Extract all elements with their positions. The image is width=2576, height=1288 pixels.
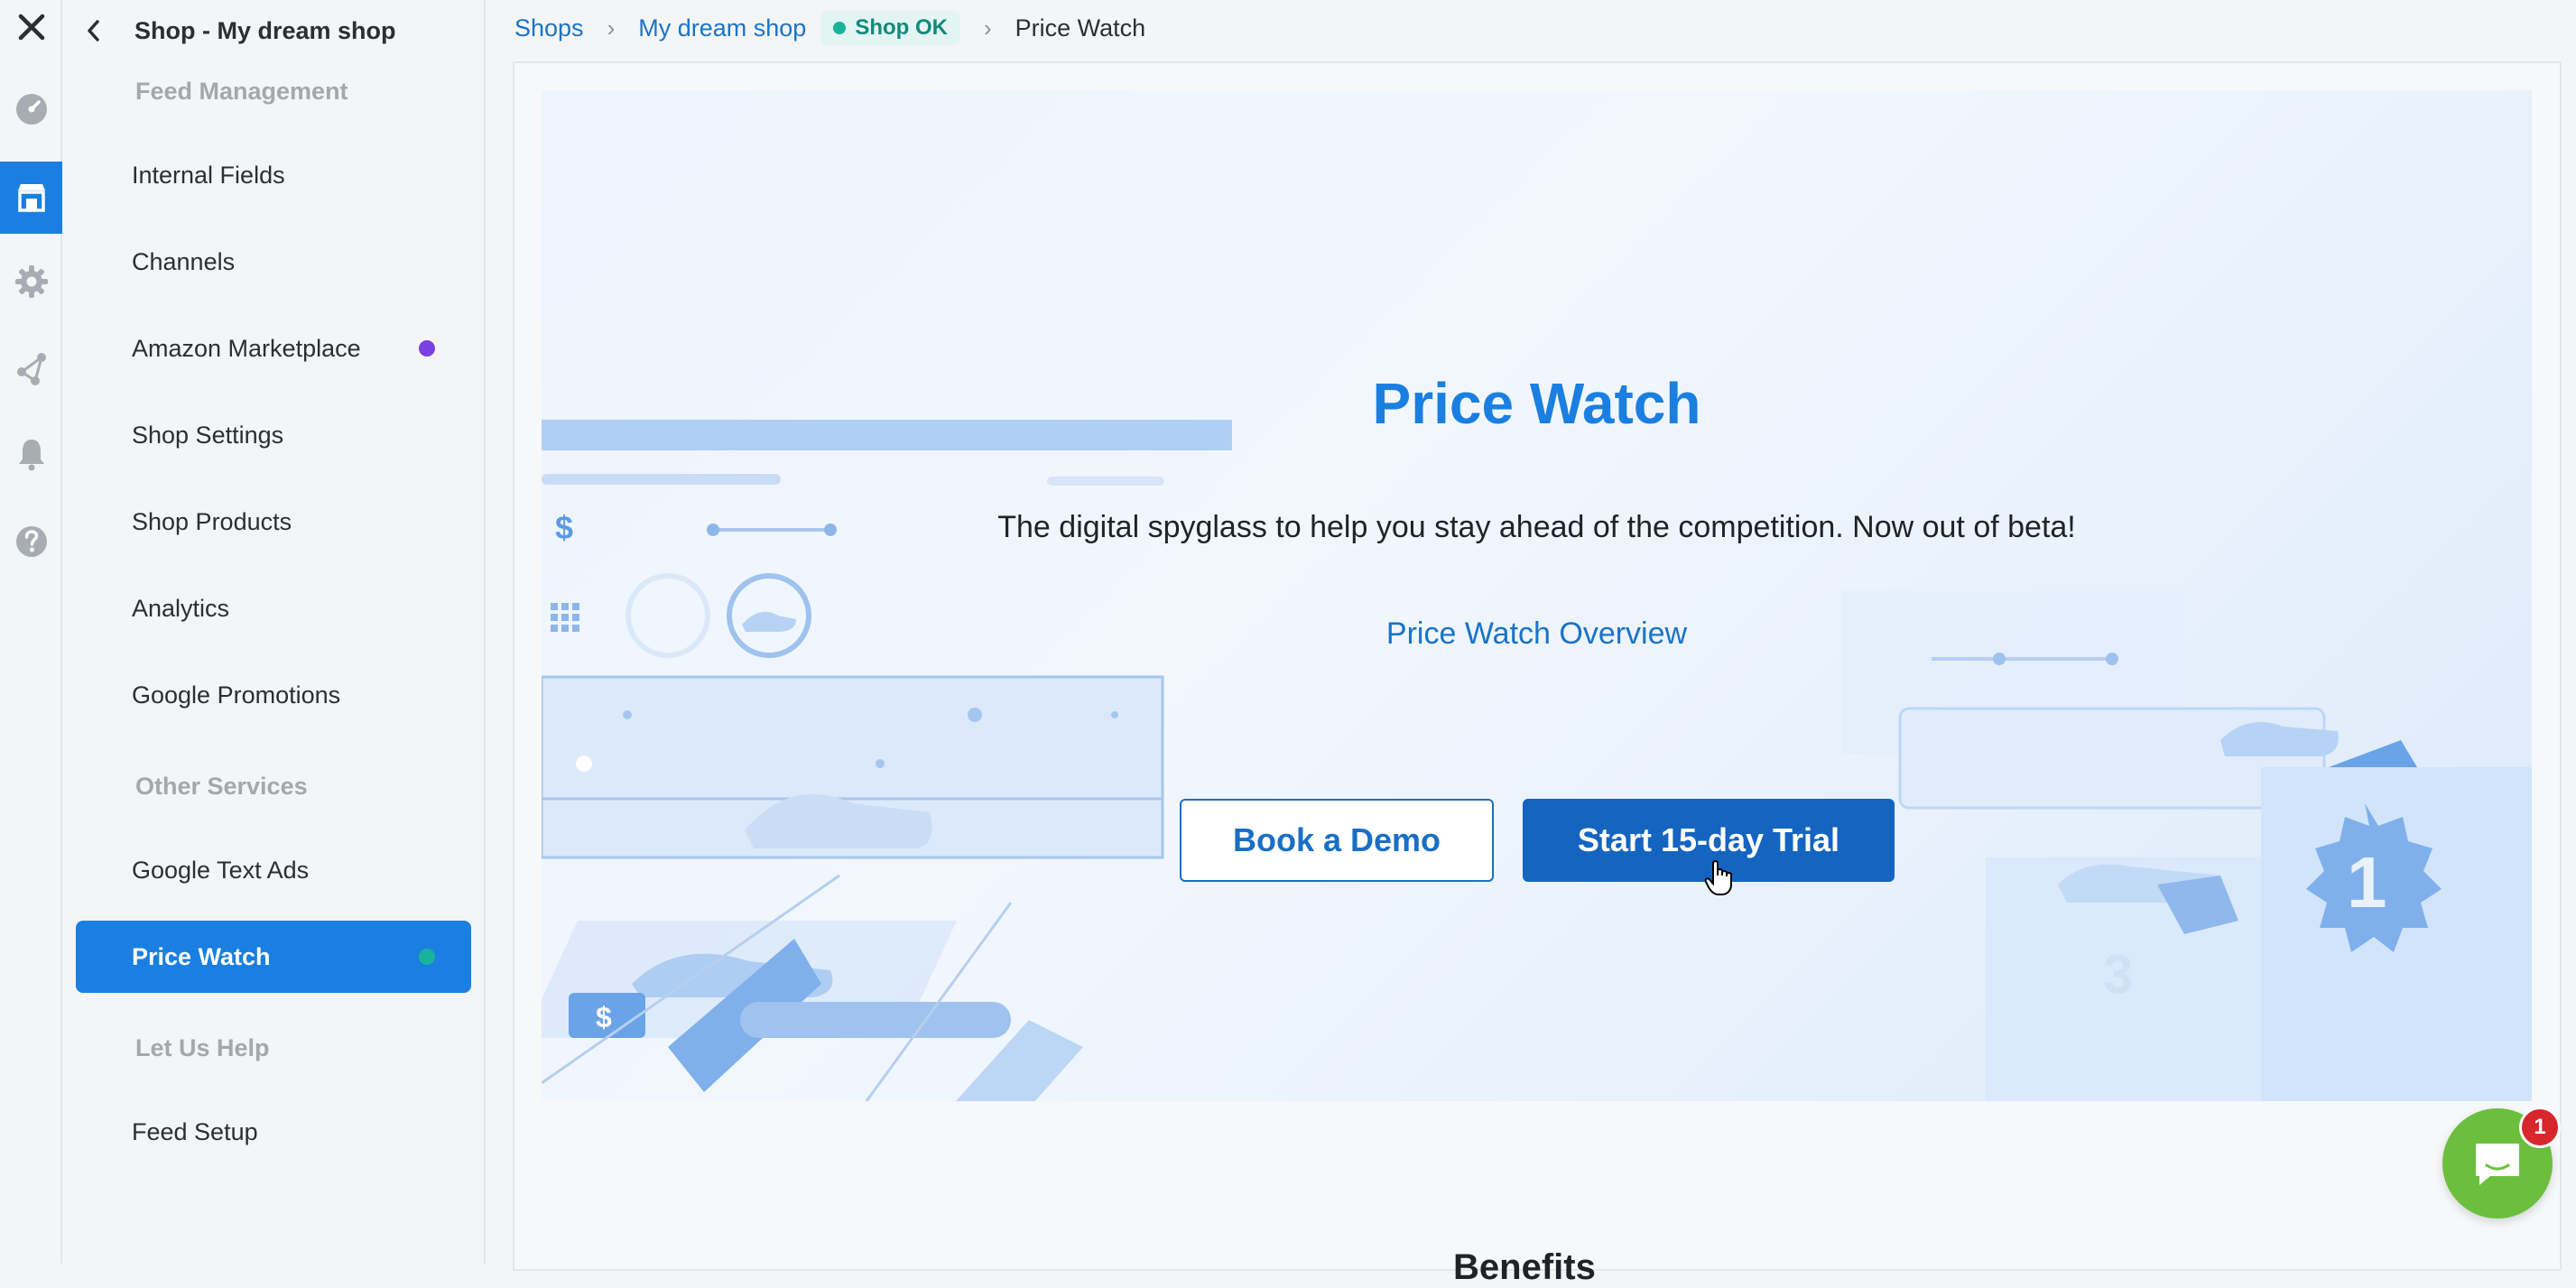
chat-icon [2476,1144,2519,1185]
shop-icon[interactable] [0,162,62,234]
hand-cursor-icon [1704,860,1732,895]
book-demo-button[interactable]: Book a Demo [1180,799,1494,882]
sidebar-item-price-watch[interactable]: Price Watch [76,921,471,993]
chevron-right-icon: › [607,14,616,42]
hero-title: Price Watch [1372,371,1701,436]
sidebar: Shop - My dream shop Feed Management Int… [62,0,486,1264]
dashboard-icon[interactable] [0,73,62,145]
sidebar-item-label: Google Text Ads [132,856,310,884]
svg-text:1: 1 [2347,842,2387,922]
sidebar-item-amazon-marketplace[interactable]: Amazon Marketplace [76,312,471,385]
breadcrumb-shop-link[interactable]: My dream shop [638,14,806,42]
section-let-us-help: Let Us Help [135,1034,270,1061]
section-other-services: Other Services [135,773,308,800]
back-arrow-icon[interactable] [80,17,107,44]
sidebar-item-analytics[interactable]: Analytics [76,572,471,644]
icon-rail [0,0,62,1264]
sidebar-item-label: Feed Setup [132,1117,258,1145]
sidebar-item-label: Analytics [132,594,230,622]
hero-subtitle: The digital spyglass to help you stay ah… [997,510,2076,544]
sidebar-header: Shop - My dream shop [80,11,396,51]
sidebar-item-label: Price Watch [132,942,271,970]
sidebar-item-label: Channels [132,247,236,275]
price-watch-status-dot [419,949,435,965]
sidebar-item-shop-products[interactable]: Shop Products [76,486,471,558]
amazon-status-dot [419,340,435,357]
svg-text:3: 3 [2103,944,2133,1005]
sidebar-item-label: Shop Settings [132,421,284,449]
sidebar-item-shop-settings[interactable]: Shop Settings [76,399,471,471]
section-heading-partial: Benefits [1453,1247,1596,1287]
bell-icon[interactable] [0,418,62,490]
gear-icon[interactable] [0,246,62,318]
sidebar-item-google-text-ads[interactable]: Google Text Ads [76,834,471,906]
section-feed-management: Feed Management [135,78,348,105]
shop-status-badge: Shop OK [820,11,960,45]
chevron-right-icon: › [983,14,992,42]
help-icon[interactable] [0,505,62,578]
chat-notification-badge: 1 [2519,1107,2561,1148]
svg-text:$: $ [596,1001,612,1033]
breadcrumb: Shops › My dream shop Shop OK › Price Wa… [514,9,1145,47]
share-icon[interactable] [0,332,62,404]
status-dot [833,22,847,34]
sidebar-item-google-promotions[interactable]: Google Promotions [76,659,471,731]
sidebar-item-internal-fields[interactable]: Internal Fields [76,139,471,211]
hero-illustration: $ $ 1 3 [542,420,2532,1101]
sidebar-title: Shop - My dream shop [134,16,396,44]
sidebar-item-label: Shop Products [132,507,292,535]
sidebar-item-label: Amazon Marketplace [132,334,361,362]
status-badge-label: Shop OK [855,15,948,40]
price-watch-hero: $ $ 1 3 Price Watch The digital spyglass… [542,90,2532,1101]
breadcrumb-shops-link[interactable]: Shops [514,14,584,42]
breadcrumb-current: Price Watch [1015,14,1146,42]
sidebar-item-label: Internal Fields [132,161,285,189]
sidebar-item-channels[interactable]: Channels [76,226,471,298]
price-watch-overview-link[interactable]: Price Watch Overview [542,616,2532,652]
close-icon[interactable] [0,0,62,63]
sidebar-item-feed-setup[interactable]: Feed Setup [76,1096,471,1168]
sidebar-item-label: Google Promotions [132,681,341,709]
